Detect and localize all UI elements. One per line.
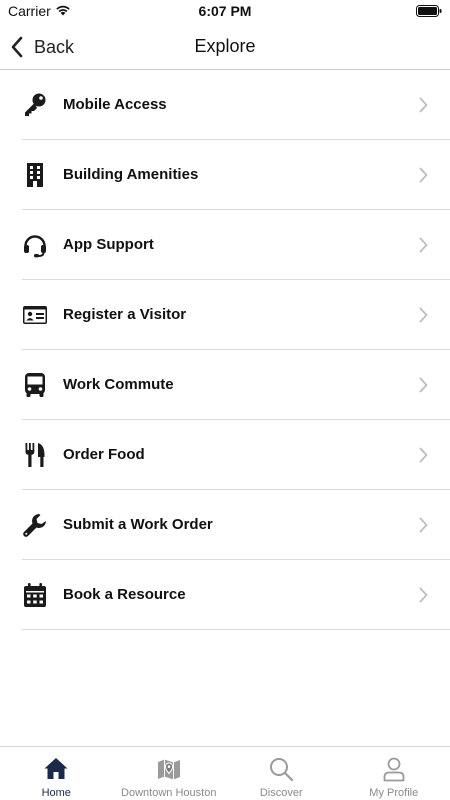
tab-bar: Home Downtown Houston Discover My Profil… bbox=[0, 746, 450, 800]
tab-home[interactable]: Home bbox=[0, 747, 113, 800]
menu-item-work-commute[interactable]: Work Commute bbox=[22, 350, 450, 420]
utensils-icon bbox=[22, 442, 48, 468]
menu-item-label: Order Food bbox=[63, 446, 145, 463]
tab-label: Downtown Houston bbox=[121, 787, 217, 799]
explore-menu-list: Mobile Access Building Amenities App Sup… bbox=[0, 70, 450, 630]
menu-item-label: Book a Resource bbox=[63, 586, 186, 603]
menu-item-book-resource[interactable]: Book a Resource bbox=[22, 560, 450, 630]
chevron-right-icon bbox=[419, 167, 428, 183]
menu-item-label: Building Amenities bbox=[63, 166, 199, 183]
chevron-right-icon bbox=[419, 587, 428, 603]
menu-item-order-food[interactable]: Order Food bbox=[22, 420, 450, 490]
menu-item-label: Submit a Work Order bbox=[63, 516, 213, 533]
bus-icon bbox=[22, 372, 48, 398]
status-time: 6:07 PM bbox=[198, 3, 252, 19]
chevron-right-icon bbox=[419, 307, 428, 323]
tab-discover[interactable]: Discover bbox=[225, 747, 338, 800]
headset-icon bbox=[22, 232, 48, 258]
chevron-right-icon bbox=[419, 517, 428, 533]
chevron-right-icon bbox=[419, 237, 428, 253]
page-title: Explore bbox=[194, 36, 256, 56]
id-card-icon bbox=[22, 302, 48, 328]
tab-label: Discover bbox=[259, 787, 303, 799]
calendar-icon bbox=[22, 582, 48, 608]
menu-item-mobile-access[interactable]: Mobile Access bbox=[22, 70, 450, 140]
menu-item-app-support[interactable]: App Support bbox=[22, 210, 450, 280]
wrench-icon bbox=[22, 512, 48, 538]
tab-my-profile[interactable]: My Profile bbox=[338, 747, 450, 800]
menu-item-submit-work-order[interactable]: Submit a Work Order bbox=[22, 490, 450, 560]
menu-item-building-amenities[interactable]: Building Amenities bbox=[22, 140, 450, 210]
chevron-right-icon bbox=[419, 447, 428, 463]
map-icon bbox=[157, 759, 180, 780]
menu-item-register-visitor[interactable]: Register a Visitor bbox=[22, 280, 450, 350]
key-icon bbox=[22, 92, 48, 118]
chevron-right-icon bbox=[419, 377, 428, 393]
menu-item-label: Mobile Access bbox=[63, 96, 167, 113]
menu-item-label: App Support bbox=[63, 236, 154, 253]
home-icon bbox=[44, 758, 68, 779]
menu-item-label: Work Commute bbox=[63, 376, 174, 393]
building-icon bbox=[22, 162, 48, 188]
tab-label: My Profile bbox=[369, 787, 419, 799]
navigation-bar: Back Explore bbox=[0, 24, 450, 70]
chevron-right-icon bbox=[419, 97, 428, 113]
battery-icon bbox=[416, 5, 442, 17]
search-icon bbox=[270, 758, 294, 782]
status-bar: Carrier 6:07 PM bbox=[0, 0, 450, 24]
tab-label: Home bbox=[41, 787, 71, 799]
person-icon bbox=[383, 757, 405, 782]
menu-item-label: Register a Visitor bbox=[63, 306, 187, 323]
tab-downtown-houston[interactable]: Downtown Houston bbox=[113, 747, 226, 800]
